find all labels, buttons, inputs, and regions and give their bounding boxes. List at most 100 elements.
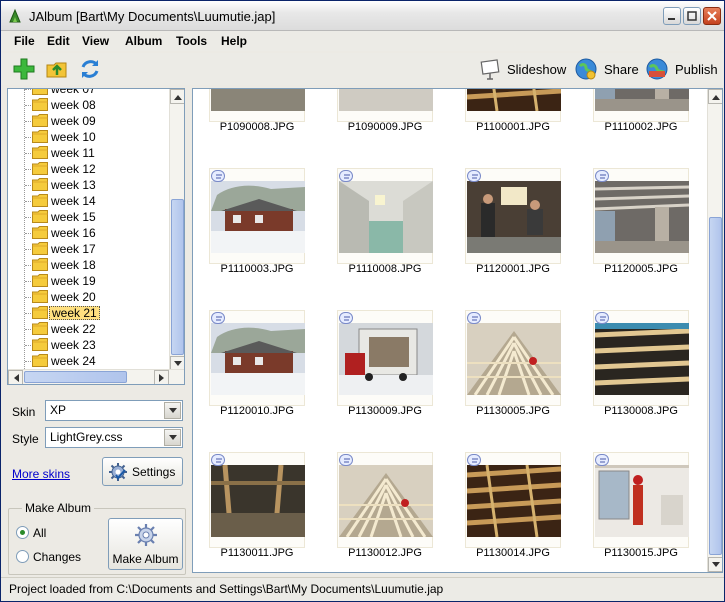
tree-item[interactable]: week 13 (8, 177, 171, 193)
tree-item-label: week 08 (51, 98, 96, 112)
folder-icon (32, 162, 48, 175)
chevron-down-icon (168, 435, 177, 440)
tree-item[interactable]: week 07 (8, 89, 171, 97)
tree-item-label: week 20 (51, 290, 96, 304)
close-icon (707, 11, 717, 21)
folder-icon (32, 146, 48, 159)
menu-file[interactable]: File (14, 34, 35, 48)
comment-icon (339, 454, 353, 466)
comment-icon (595, 454, 609, 466)
tree-item[interactable]: week 08 (8, 97, 171, 113)
folder-icon (32, 114, 48, 127)
menu-tools[interactable]: Tools (176, 34, 207, 48)
settings-button[interactable]: Settings (102, 457, 183, 486)
menu-edit[interactable]: Edit (47, 34, 70, 48)
jalbum-app-icon (9, 8, 21, 23)
maximize-icon (687, 11, 697, 21)
tree-item[interactable]: week 16 (8, 225, 171, 241)
tree-item[interactable]: week 10 (8, 129, 171, 145)
tree-item[interactable]: week 09 (8, 113, 171, 129)
tree-item[interactable]: week 14 (8, 193, 171, 209)
folder-icon (32, 338, 48, 351)
folder-tree[interactable]: week 07 week 08 week 09 week 10 week 11 week … (7, 88, 185, 385)
thumbnail-frame (209, 452, 305, 548)
tree-vertical-scrollbar[interactable] (169, 89, 184, 371)
tree-item[interactable]: week 17 (8, 241, 171, 257)
share-button[interactable]: Share (574, 57, 639, 81)
tree-item-label: week 22 (51, 322, 96, 336)
thumbnail-image (595, 465, 689, 537)
folder-up-icon[interactable] (45, 57, 69, 81)
folder-icon (32, 242, 48, 255)
comment-icon (339, 170, 353, 182)
thumbnail-grid[interactable]: P1090008.JPG P1090009.JPG P1100001.JPG P111… (192, 88, 723, 573)
scroll-left-button[interactable] (8, 370, 23, 384)
folder-icon (32, 306, 48, 319)
comment-icon (211, 170, 225, 182)
minimize-button[interactable] (663, 7, 681, 25)
thumbnail-frame (465, 168, 561, 264)
style-dropdown-button[interactable] (164, 429, 181, 446)
maximize-button[interactable] (683, 7, 701, 25)
grid-scroll-down-button[interactable] (708, 557, 722, 572)
skin-dropdown-button[interactable] (164, 402, 181, 419)
thumbnail-filename: P1100001.JPG (476, 121, 550, 133)
tree-horizontal-scrollbar[interactable] (8, 369, 184, 384)
tree-item[interactable]: week 12 (8, 161, 171, 177)
status-bar: Project loaded from C:\Documents and Set… (1, 577, 724, 601)
grid-scroll-up-button[interactable] (708, 89, 722, 104)
settings-button-label: Settings (132, 464, 176, 479)
slideshow-label: Slideshow (507, 61, 567, 77)
tree-item[interactable]: week 15 (8, 209, 171, 225)
grid-scroll-thumb[interactable] (709, 217, 722, 555)
style-select[interactable]: LightGrey.css (45, 427, 183, 448)
tree-item[interactable]: week 20 (8, 289, 171, 305)
scroll-right-button[interactable] (154, 370, 169, 384)
folder-icon (32, 354, 48, 367)
more-skins-link[interactable]: More skins (12, 467, 70, 481)
thumbnail-image (467, 323, 561, 395)
slideshow-button[interactable]: Slideshow (479, 57, 566, 81)
tree-hscroll-thumb[interactable] (24, 371, 127, 383)
tree-item[interactable]: week 24 (8, 353, 171, 369)
folder-icon (32, 130, 48, 143)
refresh-icon[interactable] (78, 57, 102, 81)
tree-item[interactable]: week 21 (8, 305, 171, 321)
thumbnail-image (467, 89, 561, 111)
photo-image (211, 323, 305, 395)
photo-image (339, 89, 433, 111)
thumbnail-frame (337, 310, 433, 406)
make-album-gear-icon (135, 524, 157, 546)
window-title: JAlbum [Bart\My Documents\Luumutie.jap] (29, 9, 276, 24)
radio-all-label: All (33, 526, 47, 540)
thumbnail-image (595, 323, 689, 395)
scroll-up-button[interactable] (170, 89, 184, 104)
photo-image (339, 181, 433, 253)
close-button[interactable] (703, 7, 721, 25)
thumbnail-filename: P1130009.JPG (348, 405, 422, 417)
menu-help[interactable]: Help (221, 34, 247, 48)
tree-item[interactable]: week 18 (8, 257, 171, 273)
thumbnail-frame (465, 89, 561, 122)
comment-icon (595, 312, 609, 324)
add-icon[interactable] (12, 57, 36, 81)
tree-item[interactable]: week 11 (8, 145, 171, 161)
tree-item[interactable]: week 23 (8, 337, 171, 353)
skin-select[interactable]: XP (45, 400, 183, 421)
make-album-button[interactable]: Make Album (108, 518, 183, 570)
grid-vertical-scrollbar[interactable] (707, 89, 722, 572)
folder-icon (32, 178, 48, 191)
radio-changes[interactable] (16, 550, 29, 563)
thumbnail-frame (593, 168, 689, 264)
tree-item[interactable]: week 19 (8, 273, 171, 289)
tree-scroll-thumb[interactable] (171, 199, 184, 355)
publish-button[interactable]: Publish (645, 57, 718, 81)
radio-all[interactable] (16, 526, 29, 539)
menu-bar: File Edit View Album Tools Help (1, 31, 724, 51)
photo-image (211, 89, 305, 111)
title-bar[interactable]: JAlbum [Bart\My Documents\Luumutie.jap] (1, 1, 724, 31)
folder-icon (32, 194, 48, 207)
menu-view[interactable]: View (82, 34, 109, 48)
menu-album[interactable]: Album (125, 34, 162, 48)
tree-item[interactable]: week 22 (8, 321, 171, 337)
